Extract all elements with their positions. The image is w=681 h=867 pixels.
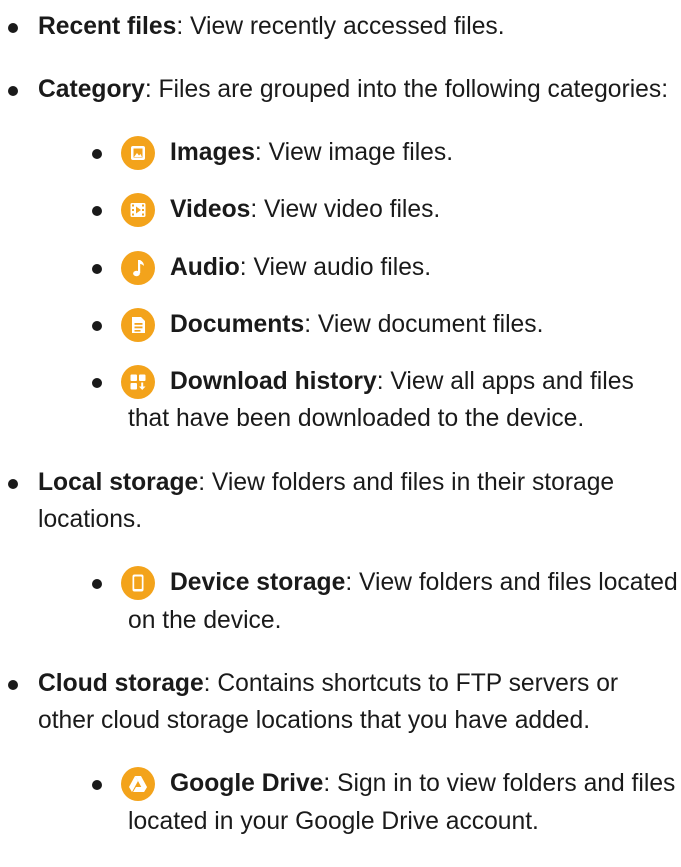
term-local-storage: Local storage	[38, 468, 199, 496]
term-images: Images	[170, 139, 255, 167]
list-item-download-history: Download history: View all apps and file…	[92, 363, 678, 438]
bullet	[8, 679, 18, 690]
bullet	[8, 478, 18, 489]
bullet	[92, 377, 102, 388]
download-history-icon	[121, 364, 155, 399]
term-recent-files: Recent files	[38, 12, 177, 40]
term-cloud-storage: Cloud storage	[38, 669, 204, 697]
list-item-local-storage: Local storage: View folders and files in…	[8, 464, 678, 539]
device-icon	[121, 566, 155, 601]
list-item-recent-files: Recent files: View recently accessed fil…	[8, 8, 678, 45]
desc-videos: : View video files.	[250, 196, 441, 224]
list-item-google-drive: Google Drive: Sign in to view folders an…	[92, 765, 678, 840]
bullet	[92, 149, 102, 160]
term-google-drive: Google Drive	[170, 770, 324, 798]
desc-documents: : View document files.	[304, 310, 544, 338]
bullet	[92, 206, 102, 217]
bullet	[92, 780, 102, 791]
desc-audio: : View audio files.	[239, 253, 432, 281]
bullet	[8, 86, 18, 97]
term-audio: Audio	[170, 253, 240, 281]
desc-category: : Files are grouped into the following c…	[144, 76, 669, 104]
bullet	[8, 22, 18, 33]
list-item-videos: Videos: View video files.	[92, 191, 678, 228]
term-device-storage: Device storage	[170, 569, 346, 597]
list-item-category: Category: Files are grouped into the fol…	[8, 71, 678, 108]
term-documents: Documents	[170, 310, 305, 338]
video-icon	[121, 193, 155, 228]
list-item-device-storage: Device storage: View folders and files l…	[92, 564, 678, 639]
term-category: Category	[38, 76, 145, 104]
image-icon	[121, 136, 155, 171]
list-item-audio: Audio: View audio files.	[92, 249, 678, 286]
list-item-images: Images: View image files.	[92, 134, 678, 171]
list-item-cloud-storage: Cloud storage: Contains shortcuts to FTP…	[8, 665, 678, 740]
google-drive-icon	[121, 767, 155, 802]
term-videos: Videos	[170, 196, 251, 224]
bullet	[92, 579, 102, 590]
term-download-history: Download history	[170, 367, 377, 395]
bullet	[92, 263, 102, 274]
desc-recent-files: : View recently accessed files.	[176, 12, 505, 40]
list-item-documents: Documents: View document files.	[92, 306, 678, 343]
document-icon	[121, 307, 155, 342]
desc-images: : View image files.	[254, 139, 454, 167]
bullet	[92, 320, 102, 331]
music-note-icon	[121, 250, 155, 285]
